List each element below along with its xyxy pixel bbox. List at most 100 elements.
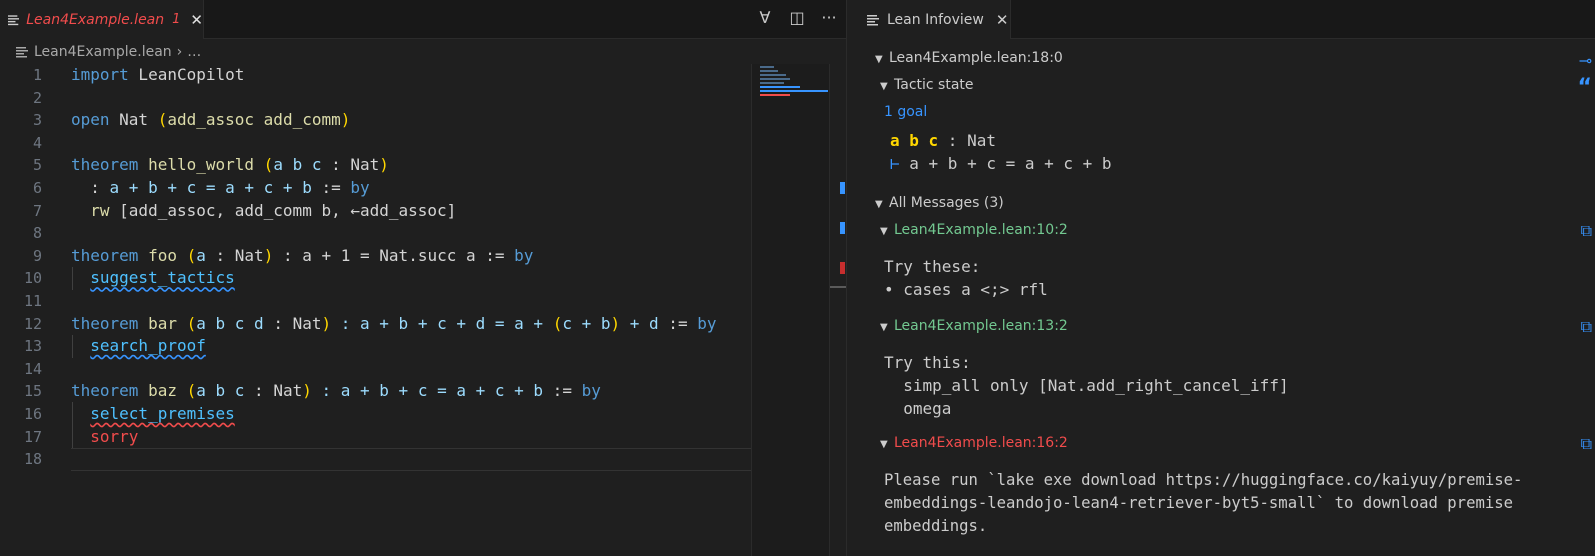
suggestion-text[interactable]: • cases a <;> rfl [884,280,1048,299]
type: : Nat [205,245,264,265]
infoview-tab-bar: Lean Infoview ✕ [847,0,1595,39]
code-line[interactable]: sorry [71,426,751,449]
collapse-triangle-icon[interactable]: ▼ [875,54,889,65]
code-line[interactable] [71,132,751,155]
bracket: ( [186,313,197,333]
code-text: LeanCopilot [128,65,245,84]
collapse-triangle-icon[interactable]: ▼ [875,199,889,210]
goal-count[interactable]: 1 goal [884,104,927,120]
code-line[interactable]: search_proof [71,335,751,358]
message-location-link[interactable]: Lean4Example.lean:16:2 [894,435,1068,451]
line-number: 8 [32,224,42,243]
code-line[interactable]: rw [add_assoc, add_comm b, ←add_assoc] [71,200,751,223]
line-number: 7 [32,201,42,220]
close-icon[interactable]: ✕ [996,11,1009,29]
goal-expression[interactable]: a + b + c = a + c + b [900,154,1111,173]
minimap-line [760,78,790,80]
message-header[interactable]: ▼ Lean4Example.lean:13:2 [880,318,1068,334]
editor-toolbar: ∀ ◫ ··· [756,8,838,27]
code-line-current[interactable] [71,448,751,471]
copy-icon[interactable]: ⧉ [1581,221,1592,241]
more-actions-icon[interactable]: ··· [820,8,838,27]
position-label: Lean4Example.lean:18:0 [889,50,1063,66]
collapse-triangle-icon[interactable]: ▼ [880,226,894,237]
collapse-triangle-icon[interactable]: ▼ [880,439,894,450]
close-icon[interactable]: ✕ [190,11,203,29]
quote-icon[interactable]: “ [1578,75,1592,100]
file-lines-icon [16,47,28,58]
code-line[interactable] [71,358,751,381]
message-text: Try this: [884,353,971,372]
breadcrumb-file[interactable]: Lean4Example.lean [34,44,172,60]
line-number: 17 [23,427,42,446]
message-text: embeddings-leandojo-lean4-retriever-byt5… [884,494,1514,512]
code-line[interactable]: theorem baz (a b c : Nat) : a + b + c = … [71,380,751,403]
theorem-name: hello_world [138,155,264,175]
line-number: 16 [23,404,42,423]
message-location-link[interactable]: Lean4Example.lean:10:2 [894,222,1068,238]
code-line[interactable]: : a + b + c = a + c + b := by [71,177,751,200]
line-number: 5 [32,156,42,175]
message-header[interactable]: ▼ Lean4Example.lean:16:2 [880,435,1068,451]
tactic-info-squiggle[interactable]: suggest_tactics [90,268,235,287]
file-lines-icon [8,14,20,25]
editor-scrollbar[interactable] [829,64,846,556]
code-line[interactable] [71,87,751,110]
copy-icon[interactable]: ⧉ [1581,434,1592,454]
message-header[interactable]: ▼ Lean4Example.lean:10:2 [880,222,1068,238]
lean-forall-icon[interactable]: ∀ [756,8,774,27]
line-number: 6 [32,178,42,197]
infoview-body: ▼ Lean4Example.lean:18:0 ⊸ “ ▼ Tactic stat… [847,39,1595,556]
code-line[interactable]: import LeanCopilot [71,64,751,87]
code-line[interactable]: select_premises [71,403,751,426]
tactic-error-squiggle[interactable]: select_premises [90,404,235,423]
bracket: ) [610,313,621,333]
minimap[interactable] [751,64,829,556]
pin-icon[interactable]: ⊸ [1579,51,1592,70]
hypothesis-type: : Nat [938,131,996,150]
message-location-link[interactable]: Lean4Example.lean:13:2 [894,318,1068,334]
code-line[interactable]: theorem bar (a b c d : Nat) : a + b + c … [71,313,751,336]
theorem-name: bar [138,313,187,333]
tactic-info-squiggle[interactable]: search_proof [90,336,206,355]
hypothesis-vars[interactable]: a b c [890,131,938,150]
code-line[interactable]: theorem foo (a : Nat) : a + 1 = Nat.succ… [71,245,751,268]
file-lines-icon [867,14,879,25]
message-text: Try these: [884,257,981,276]
keyword: open [71,110,110,130]
infoview-tab[interactable]: Lean Infoview ✕ [847,0,1011,39]
breadcrumb-more[interactable]: … [187,44,201,60]
code-line[interactable]: open Nat (add_assoc add_comm) [71,109,751,132]
position-header[interactable]: ▼ Lean4Example.lean:18:0 [875,50,1063,66]
code-editor[interactable]: import LeanCopilot open Nat (add_assoc a… [71,64,751,471]
suggestion-text[interactable]: omega [884,399,951,418]
collapse-triangle-icon[interactable]: ▼ [880,322,894,333]
code-line[interactable] [71,290,751,313]
code-line[interactable]: suggest_tactics [71,267,751,290]
code-line[interactable] [71,222,751,245]
editor-tab-title: Lean4Example.lean [26,11,165,28]
suggestion-text[interactable]: simp_all only [Nat.add_right_cancel_iff] [884,376,1288,395]
info-marker [840,222,845,234]
variables: a b c [273,155,322,175]
all-messages-header[interactable]: ▼ All Messages (3) [875,195,1004,211]
sorry-keyword: sorry [90,426,139,446]
code-text: add_assoc add_comm [167,110,341,130]
hypothesis: a b c : Nat [890,131,996,150]
infoview-tab-title: Lean Infoview [887,11,984,28]
keyword: by [581,381,601,401]
line-number: 13 [23,337,42,356]
minimap-line [760,82,784,84]
copy-icon[interactable]: ⧉ [1581,317,1592,337]
breadcrumb: Lean4Example.lean › … [16,44,201,60]
tactic: rw [90,200,110,220]
editor-tab[interactable]: Lean4Example.lean 1 ✕ [0,0,204,39]
keyword: theorem [71,313,139,333]
collapse-triangle-icon[interactable]: ▼ [880,81,894,92]
bracket: ) [379,155,389,175]
split-editor-icon[interactable]: ◫ [788,8,806,27]
tactic-state-header[interactable]: ▼ Tactic state [880,77,974,93]
code-line[interactable]: theorem hello_world (a b c : Nat) [71,154,751,177]
